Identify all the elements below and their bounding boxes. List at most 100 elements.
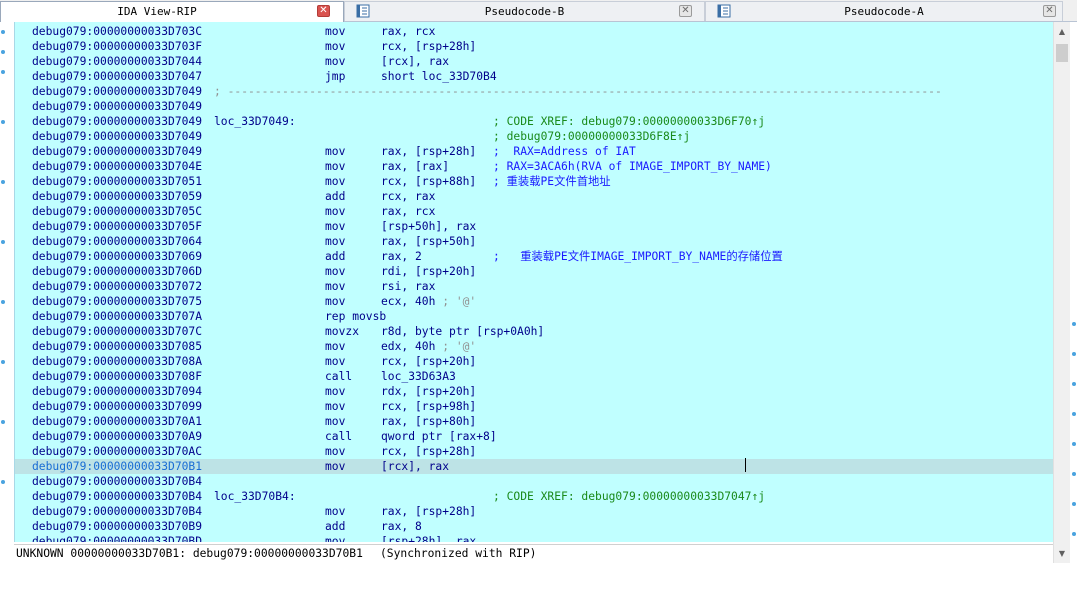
disasm-line[interactable]: debug079:00000000033D7075 mov ecx, 40h ; '… [15, 294, 1054, 309]
instruction-mnemonic: mov [325, 445, 346, 458]
tab-pseudocode-a[interactable]: Pseudocode-A ✕ [705, 1, 1063, 21]
close-icon[interactable]: ✕ [1043, 5, 1056, 17]
disasm-line[interactable]: debug079:00000000033D7085 mov edx, 40h ; '… [15, 339, 1054, 354]
disasm-line[interactable]: debug079:00000000033D7099 mov rcx, [rsp+98… [15, 399, 1054, 414]
disasm-line[interactable]: debug079:00000000033D7044 mov [rcx], rax [15, 54, 1054, 69]
bottom-strip [0, 563, 1077, 571]
disasm-line[interactable]: debug079:00000000033D703C mov rax, rcx [15, 24, 1054, 39]
line-address: debug079:00000000033D707A [32, 310, 203, 323]
disasm-line[interactable]: debug079:00000000033D70B4 loc_33D70B4: ; C… [15, 489, 1054, 504]
disasm-line[interactable]: debug079:00000000033D708F call loc_33D63A3 [15, 369, 1054, 384]
instruction-mnemonic: mov [325, 460, 346, 473]
dock-dot-icon [1, 420, 5, 424]
disasm-line[interactable]: debug079:00000000033D7069 add rax, 2 ; 重装载P… [15, 249, 1054, 264]
dock-dot-icon [1072, 502, 1076, 506]
close-icon[interactable]: ✕ [679, 5, 692, 17]
tab-pseudocode-b[interactable]: Pseudocode-B ✕ [344, 1, 705, 21]
disasm-line[interactable]: debug079:00000000033D7047 jmp short loc_33… [15, 69, 1054, 84]
line-address: debug079:00000000033D7072 [32, 280, 203, 293]
tab-label: IDA View-RIP [117, 5, 197, 18]
line-address: debug079:00000000033D70A1 [32, 415, 203, 428]
instruction-operands: [rsp+28h], rax [381, 535, 477, 542]
line-address: debug079:00000000033D7049 [32, 130, 203, 143]
disasm-line[interactable]: debug079:00000000033D7049 ; debug079:0000… [15, 129, 1054, 144]
disasm-line[interactable]: debug079:00000000033D70A1 mov rax, [rsp+80… [15, 414, 1054, 429]
line-address: debug079:00000000033D70B9 [32, 520, 203, 533]
dock-dot-icon [1, 300, 5, 304]
disasm-line[interactable]: debug079:00000000033D707C movzx r8d, byte … [15, 324, 1054, 339]
instruction-mnemonic: mov [325, 40, 346, 53]
instruction-mnemonic: mov [325, 265, 346, 278]
dock-dot-icon [1, 50, 5, 54]
line-address: debug079:00000000033D70B4 [32, 475, 203, 488]
instruction-operands: rax, [rsp+50h] [381, 235, 477, 248]
disasm-line[interactable]: debug079:00000000033D705F mov [rsp+50h], r… [15, 219, 1054, 234]
instruction-mnemonic: mov [325, 235, 346, 248]
instruction-mnemonic: mov [325, 160, 346, 173]
line-address: debug079:00000000033D7047 [32, 70, 203, 83]
disasm-line[interactable]: debug079:00000000033D7049 ; -------------… [15, 84, 1054, 99]
disasm-line[interactable]: debug079:00000000033D705C mov rax, rcx [15, 204, 1054, 219]
scroll-down-icon[interactable]: ▼ [1054, 546, 1070, 562]
disasm-line[interactable]: debug079:00000000033D703F mov rcx, [rsp+28… [15, 39, 1054, 54]
dock-dot-icon [1, 180, 5, 184]
instruction-mnemonic: mov [325, 415, 346, 428]
tab-ida-view-rip[interactable]: IDA View-RIP ✕ [0, 1, 344, 22]
vertical-scrollbar[interactable]: ▲ ▼ [1053, 22, 1070, 563]
disasm-line[interactable]: debug079:00000000033D7059 add rcx, rax [15, 189, 1054, 204]
disasm-line[interactable]: debug079:00000000033D70B4 mov rax, [rsp+28… [15, 504, 1054, 519]
disasm-line[interactable]: debug079:00000000033D70A9 call qword ptr [… [15, 429, 1054, 444]
disasm-line[interactable]: debug079:00000000033D7049 [15, 99, 1054, 114]
xref-comment: ; debug079:00000000033D6F8E↑j [493, 130, 691, 143]
disasm-line[interactable]: debug079:00000000033D7051 mov rcx, [rsp+88… [15, 174, 1054, 189]
disasm-line[interactable]: debug079:00000000033D7049 loc_33D7049: ; C… [15, 114, 1054, 129]
disasm-line[interactable]: debug079:00000000033D706D mov rdi, [rsp+20… [15, 264, 1054, 279]
line-address: debug079:00000000033D703C [32, 25, 203, 38]
text-cursor [745, 458, 746, 472]
disassembly-view[interactable]: debug079:00000000033D703C mov rax, rcx debu… [14, 22, 1054, 542]
instruction-mnemonic: mov [325, 535, 346, 542]
instruction-operands: rax, [rsp+80h] [381, 415, 477, 428]
disasm-line[interactable]: debug079:00000000033D70B9 add rax, 8 [15, 519, 1054, 534]
line-address: debug079:00000000033D707C [32, 325, 203, 338]
disasm-line[interactable]: debug079:00000000033D7094 mov rdx, [rsp+20… [15, 384, 1054, 399]
instruction-operands: rax, rcx [381, 25, 436, 38]
line-address: debug079:00000000033D7049 [32, 145, 203, 158]
instruction-mnemonic: call [325, 430, 353, 443]
right-edge [1070, 22, 1077, 571]
disasm-line[interactable]: debug079:00000000033D708A mov rcx, [rsp+20… [15, 354, 1054, 369]
scroll-thumb[interactable] [1056, 44, 1068, 62]
close-icon[interactable]: ✕ [317, 5, 330, 17]
disasm-line[interactable]: debug079:00000000033D707A rep movsb [15, 309, 1054, 324]
instruction-mnemonic: mov [325, 55, 346, 68]
tab-label: Pseudocode-B [484, 5, 565, 18]
instruction-operands: rcx, [rsp+88h] [381, 175, 477, 188]
user-comment: ; RAX=Address of IAT [493, 145, 636, 158]
disasm-line[interactable]: debug079:00000000033D7049 mov rax, [rsp+28… [15, 144, 1054, 159]
line-address: debug079:00000000033D7049 [32, 85, 203, 98]
disasm-line[interactable]: debug079:00000000033D70B4 [15, 474, 1054, 489]
operand-char-comment: ; '@' [435, 340, 477, 353]
disasm-line[interactable]: debug079:00000000033D7064 mov rax, [rsp+50… [15, 234, 1054, 249]
dock-dot-icon [1072, 442, 1076, 446]
user-comment: ; 重装载PE文件首地址 [493, 175, 611, 188]
instruction-operands: ecx, 40h ; '@' [381, 295, 477, 308]
instruction-operands: rcx, [rsp+20h] [381, 355, 477, 368]
dock-dot-icon [1072, 472, 1076, 476]
line-address: debug079:00000000033D70B4 [32, 505, 203, 518]
disasm-line[interactable]: debug079:00000000033D70AC mov rcx, [rsp+28… [15, 444, 1054, 459]
dock-dot-icon [1, 120, 5, 124]
disasm-line[interactable]: debug079:00000000033D704E mov rax, [rax] ; … [15, 159, 1054, 174]
scroll-up-icon[interactable]: ▲ [1054, 24, 1070, 40]
instruction-mnemonic: call [325, 370, 353, 383]
instruction-operands: qword ptr [rax+8] [381, 430, 497, 443]
instruction-operands: rax, rcx [381, 205, 436, 218]
line-address: debug079:00000000033D7049 [32, 100, 203, 113]
instruction-mnemonic: add [325, 250, 346, 263]
current-line[interactable]: debug079:00000000033D70B1 mov [rcx], rax [15, 459, 1054, 474]
instruction-mnemonic: mov [325, 175, 346, 188]
disasm-line[interactable]: debug079:00000000033D70BD mov [rsp+28h], r… [15, 534, 1054, 542]
disasm-line[interactable]: debug079:00000000033D7072 mov rsi, rax [15, 279, 1054, 294]
operand-char-comment: ; '@' [435, 295, 477, 308]
instruction-mnemonic: mov [325, 400, 346, 413]
